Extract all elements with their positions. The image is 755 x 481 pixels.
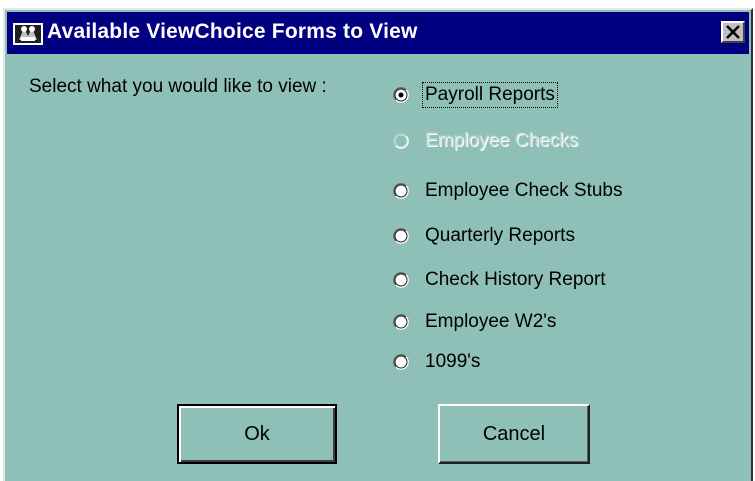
option-check-history-report[interactable]: Check History Report xyxy=(393,266,608,294)
option-payroll-reports[interactable]: Payroll Reports xyxy=(393,81,558,109)
cancel-button-label: Cancel xyxy=(482,422,546,445)
radio-payroll-reports[interactable] xyxy=(393,87,409,103)
window-title: Available ViewChoice Forms to View xyxy=(47,20,418,43)
radio-1099s[interactable] xyxy=(393,354,409,370)
ok-button-label: Ok xyxy=(244,422,270,445)
app-icon[interactable] xyxy=(13,20,43,46)
cancel-button[interactable]: Cancel xyxy=(438,404,590,464)
option-label-employee-checks: Employee Checks xyxy=(425,130,579,151)
option-label-check-history-report: Check History Report xyxy=(425,269,606,290)
option-employee-check-stubs[interactable]: Employee Check Stubs xyxy=(393,177,625,205)
close-icon xyxy=(726,25,740,39)
close-button[interactable] xyxy=(721,21,745,43)
option-label-quarterly-reports: Quarterly Reports xyxy=(425,225,575,246)
radio-employee-check-stubs[interactable] xyxy=(393,183,409,199)
option-quarterly-reports[interactable]: Quarterly Reports xyxy=(393,222,577,250)
option-label-employee-w2s: Employee W2's xyxy=(425,311,557,332)
option-employee-w2s[interactable]: Employee W2's xyxy=(393,308,558,336)
radio-quarterly-reports[interactable] xyxy=(393,228,409,244)
radio-employee-checks[interactable] xyxy=(393,133,409,149)
prompt-label: Select what you would like to view : xyxy=(29,76,327,97)
option-label-payroll-reports: Payroll Reports xyxy=(422,82,558,108)
ok-button[interactable]: Ok xyxy=(177,404,337,464)
radio-check-history-report[interactable] xyxy=(393,272,409,288)
option-label-employee-check-stubs: Employee Check Stubs xyxy=(425,180,623,201)
option-employee-checks[interactable]: Employee Checks xyxy=(393,127,580,155)
option-label-1099s: 1099's xyxy=(425,351,481,372)
dialog-window: Available ViewChoice Forms to View Selec… xyxy=(3,8,753,481)
title-bar[interactable]: Available ViewChoice Forms to View xyxy=(7,12,749,54)
radio-employee-w2s[interactable] xyxy=(393,314,409,330)
option-1099s[interactable]: 1099's xyxy=(393,348,482,376)
